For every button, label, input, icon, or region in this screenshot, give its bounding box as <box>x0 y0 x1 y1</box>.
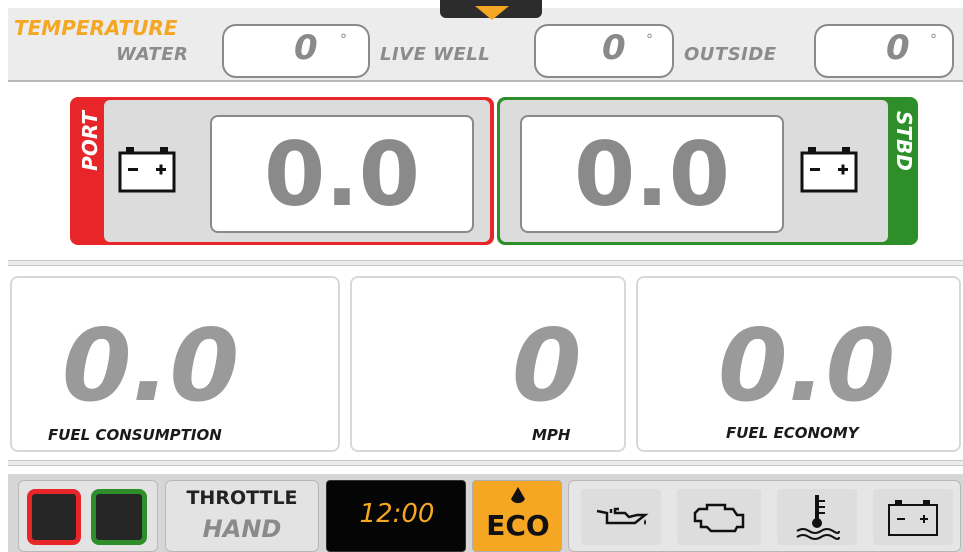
green-indicator-light[interactable] <box>91 489 147 545</box>
water-label: WATER <box>116 44 189 65</box>
fuel-economy-label: FUEL ECONOMY <box>726 424 859 442</box>
engine-check-indicator[interactable] <box>677 489 761 545</box>
outside-label: OUTSIDE <box>684 44 777 65</box>
indicator-lights <box>18 480 158 552</box>
fuel-drop-icon <box>511 487 525 504</box>
outside-temp-unit: ° <box>930 32 937 48</box>
throttle-mode: HAND <box>202 515 282 543</box>
live-well-temp-field[interactable]: 0 ° <box>534 24 674 78</box>
coolant-temp-indicator[interactable] <box>777 489 857 545</box>
clock-display: 12:00 <box>326 480 466 552</box>
live-well-temp-unit: ° <box>646 32 653 48</box>
water-temp-value: 0 <box>294 28 318 68</box>
port-battery-panel[interactable]: PORT 0.0 <box>70 97 494 245</box>
coolant-temp-icon <box>796 495 840 540</box>
red-indicator-light[interactable] <box>27 489 81 545</box>
fuel-consumption-value: 0.0 <box>62 307 240 424</box>
battery-icon <box>888 500 938 536</box>
engine-warning-icons <box>568 480 961 552</box>
stbd-battery-panel[interactable]: 0.0 STBD <box>497 97 918 245</box>
stbd-label: STBD <box>892 111 916 171</box>
fuel-consumption-gauge[interactable]: 0.0 FUEL CONSUMPTION <box>10 276 340 452</box>
port-voltage-value: 0.0 <box>264 123 420 226</box>
oil-pressure-indicator[interactable] <box>581 489 661 545</box>
chevron-down-icon[interactable] <box>475 6 509 20</box>
outside-temp-field[interactable]: 0 ° <box>814 24 954 78</box>
water-temp-field[interactable]: 0 ° <box>222 24 370 78</box>
eco-button[interactable]: ECO <box>472 480 562 552</box>
live-well-label: LIVE WELL <box>380 44 491 65</box>
water-temp-unit: ° <box>340 32 347 48</box>
stbd-battery-inner: 0.0 <box>500 100 888 242</box>
battery-icon <box>800 147 858 193</box>
battery-icon <box>118 147 176 193</box>
eco-label: ECO <box>486 509 550 542</box>
speed-gauge[interactable]: 0 MPH <box>350 276 626 452</box>
port-voltage-display: 0.0 <box>210 115 474 233</box>
divider <box>8 460 963 466</box>
battery-warning-indicator[interactable] <box>873 489 953 545</box>
fuel-consumption-label: FUEL CONSUMPTION <box>48 426 222 444</box>
throttle-title: THROTTLE <box>186 487 298 509</box>
port-label: PORT <box>78 111 102 171</box>
throttle-button[interactable]: THROTTLE HAND <box>165 480 319 552</box>
live-well-temp-value: 0 <box>602 28 626 68</box>
fuel-economy-gauge[interactable]: 0.0 FUEL ECONOMY <box>636 276 961 452</box>
port-battery-inner: 0.0 <box>104 100 490 242</box>
oil-pressure-icon <box>596 507 649 525</box>
temperature-title: TEMPERATURE <box>14 16 178 40</box>
speed-value: 0 <box>512 307 582 424</box>
divider <box>8 260 963 266</box>
stbd-voltage-display: 0.0 <box>520 115 784 233</box>
outside-temp-value: 0 <box>886 28 910 68</box>
speed-label: MPH <box>532 426 571 444</box>
engine-check-icon <box>693 503 745 533</box>
fuel-economy-value: 0.0 <box>718 307 896 424</box>
clock-value: 12:00 <box>359 499 435 529</box>
stbd-voltage-value: 0.0 <box>574 123 730 226</box>
